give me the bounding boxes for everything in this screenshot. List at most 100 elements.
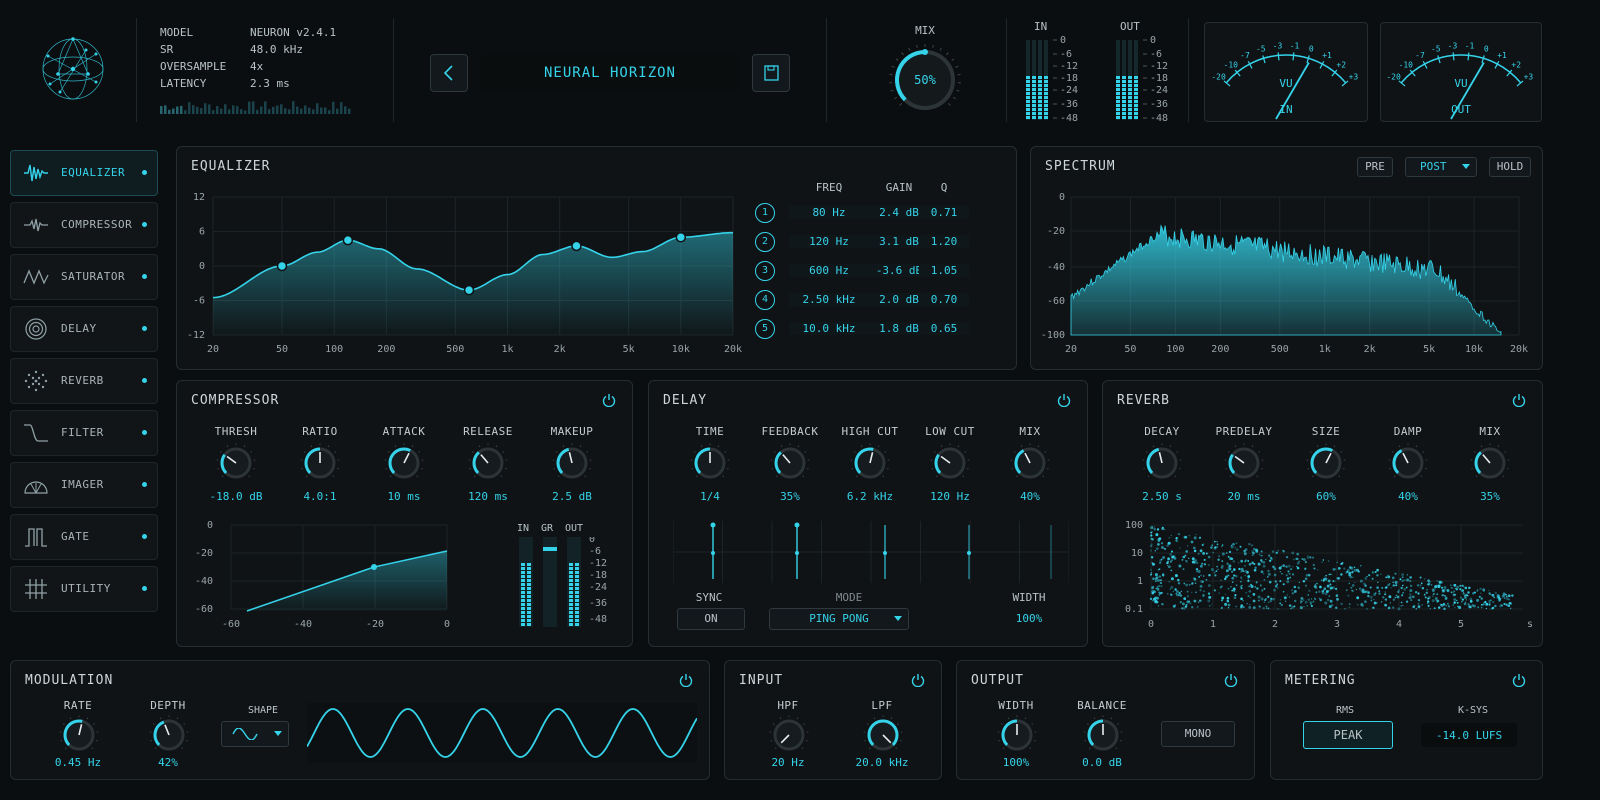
eq-band-node[interactable] <box>276 260 288 272</box>
power-icon[interactable] <box>602 393 616 407</box>
eq-graph[interactable]: 12 6 0 -6 -12 20 50 100 200 500 1k 2k 5k 10k 20k <box>177 147 757 369</box>
sidebar-item-compressor[interactable]: COMPRESSOR <box>10 202 158 248</box>
hpf-knob[interactable] <box>769 715 809 755</box>
attack-knob[interactable] <box>384 443 424 483</box>
peak-button[interactable]: PEAK <box>1303 721 1393 749</box>
eq-band-row[interactable]: 4 2.50 kHz 2.0 dB 0.70 <box>749 290 1009 312</box>
activity-bar <box>172 108 175 114</box>
meter-segment <box>1032 116 1036 119</box>
depth-knob[interactable] <box>149 715 189 755</box>
release-knob[interactable] <box>468 443 508 483</box>
balance-knob[interactable] <box>1083 715 1123 755</box>
x-unit-label: s <box>1527 619 1533 630</box>
band-q[interactable]: 0.71 <box>919 206 969 219</box>
mix-knob[interactable]: 50% <box>885 40 965 120</box>
prev-preset-button[interactable] <box>430 54 468 92</box>
sidebar-item-equalizer[interactable]: EQUALIZER <box>10 150 158 196</box>
thresh-knob[interactable] <box>216 443 256 483</box>
decay-particle <box>1426 588 1428 591</box>
rate-knob[interactable] <box>59 715 99 755</box>
decay-particle <box>1275 551 1278 554</box>
vu-tick <box>1292 52 1295 61</box>
sidebar-item-utility[interactable]: UTILITY <box>10 566 158 612</box>
power-icon[interactable] <box>911 673 925 687</box>
decay-particle <box>1350 566 1354 570</box>
eq-band-row[interactable]: 5 10.0 kHz 1.8 dB 0.65 <box>749 319 1009 341</box>
power-icon[interactable] <box>679 673 693 687</box>
x-tick-label: 200 <box>377 344 395 355</box>
decay-particle <box>1154 580 1157 582</box>
decay-particle <box>1273 567 1277 571</box>
mode-label: MODE <box>835 591 863 604</box>
high-cut-knob[interactable] <box>850 443 890 483</box>
eq-band-table: FREQ GAIN Q 1 80 Hz 2.4 dB 0.71 2 120 Hz … <box>749 177 1009 357</box>
band-q[interactable]: 1.05 <box>919 264 969 277</box>
lpf-knob[interactable] <box>863 715 903 755</box>
band-freq[interactable]: 2.50 kHz <box>789 293 869 306</box>
band-q[interactable]: 0.70 <box>919 293 969 306</box>
mode-dropdown[interactable]: PING PONG <box>769 608 909 630</box>
band-freq[interactable]: 10.0 kHz <box>789 322 869 335</box>
predelay-knob[interactable] <box>1224 443 1264 483</box>
power-icon[interactable] <box>1224 673 1238 687</box>
meter-segment <box>569 583 573 586</box>
meter-segment <box>1044 116 1048 119</box>
decay-particle <box>1213 571 1216 574</box>
sidebar-item-label: IMAGER <box>61 478 104 491</box>
shape-dropdown[interactable] <box>221 721 289 747</box>
x-tick-label: 5k <box>623 344 635 355</box>
eq-band-node[interactable] <box>675 232 687 243</box>
width-value[interactable]: 100% <box>999 612 1059 625</box>
mix-knob[interactable] <box>1010 443 1050 483</box>
power-icon[interactable] <box>1512 393 1526 407</box>
sidebar-item-delay[interactable]: DELAY <box>10 306 158 352</box>
decay-particle <box>1197 552 1200 555</box>
size-knob[interactable] <box>1306 443 1346 483</box>
sidebar-item-reverb[interactable]: REVERB <box>10 358 158 404</box>
band-freq[interactable]: 120 Hz <box>789 235 869 248</box>
makeup-knob[interactable] <box>552 443 592 483</box>
power-icon[interactable] <box>1057 393 1071 407</box>
feedback-knob[interactable] <box>770 443 810 483</box>
eq-band-row[interactable]: 3 600 Hz -3.6 dB 1.05 <box>749 261 1009 283</box>
power-icon[interactable] <box>1512 673 1526 687</box>
decay-particle <box>1243 552 1247 556</box>
vu-tick <box>1306 55 1310 64</box>
band-freq[interactable]: 600 Hz <box>789 264 869 277</box>
decay-particle <box>1450 591 1453 594</box>
decay-particle <box>1503 597 1506 600</box>
eq-band-node[interactable] <box>463 284 475 296</box>
preset-display[interactable]: NEURAL HORIZON <box>480 54 740 92</box>
decay-particle <box>1307 598 1311 601</box>
eq-band-row[interactable]: 1 80 Hz 2.4 dB 0.71 <box>749 203 1009 225</box>
ratio-knob[interactable] <box>300 443 340 483</box>
mono-button[interactable]: MONO <box>1161 721 1235 747</box>
rms-label[interactable]: RMS <box>1325 705 1365 716</box>
band-q[interactable]: 0.65 <box>919 322 969 335</box>
save-preset-button[interactable] <box>752 54 790 92</box>
decay-particle <box>1366 575 1368 578</box>
decay-particle <box>1158 568 1160 571</box>
sidebar-item-filter[interactable]: FILTER <box>10 410 158 456</box>
decay-particle <box>1297 586 1300 589</box>
band-q[interactable]: 1.20 <box>919 235 969 248</box>
decay-knob[interactable] <box>1142 443 1182 483</box>
low-cut-knob[interactable] <box>930 443 970 483</box>
band-freq[interactable]: 80 Hz <box>789 206 869 219</box>
sidebar-item-saturator[interactable]: SATURATOR <box>10 254 158 300</box>
width-knob[interactable] <box>997 715 1037 755</box>
panel-title: COMPRESSOR <box>191 393 280 408</box>
sync-toggle[interactable]: ON <box>677 608 745 630</box>
eq-band-node[interactable] <box>342 234 354 246</box>
decay-particle <box>1406 578 1410 582</box>
eq-band-row[interactable]: 2 120 Hz 3.1 dB 1.20 <box>749 232 1009 254</box>
eq-band-node[interactable] <box>571 240 582 252</box>
sidebar-item-imager[interactable]: IMAGER <box>10 462 158 508</box>
mix-knob[interactable] <box>1470 443 1510 483</box>
decay-particle <box>1458 606 1462 609</box>
damp-knob[interactable] <box>1388 443 1428 483</box>
decay-particle <box>1302 580 1306 583</box>
chevron-down-icon <box>894 616 902 621</box>
sidebar-item-gate[interactable]: GATE <box>10 514 158 560</box>
time-knob[interactable] <box>690 443 730 483</box>
